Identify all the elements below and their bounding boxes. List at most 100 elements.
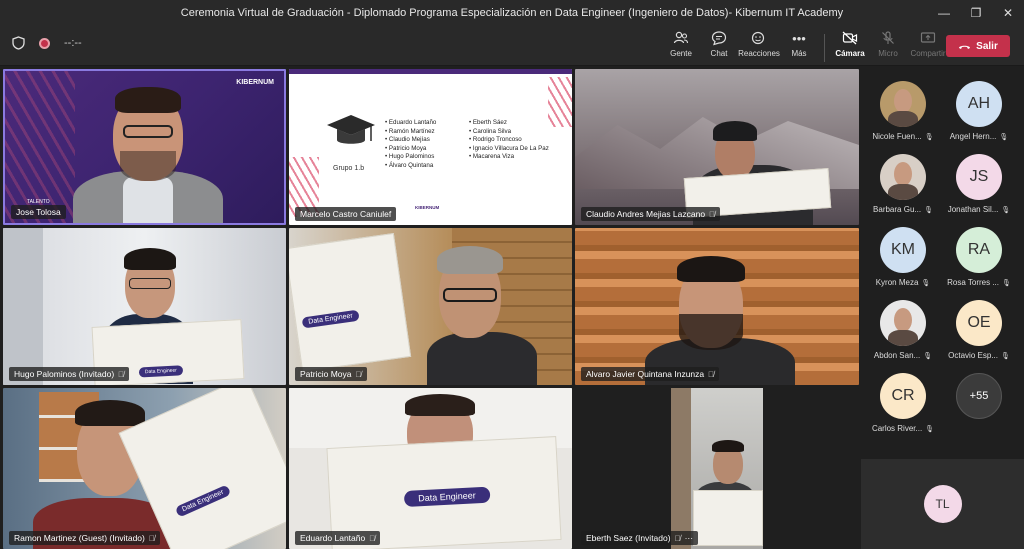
participant-label: Barbara Gu... 🎙 (873, 205, 933, 214)
participant-label: Abdon San... 🎙 (874, 351, 932, 360)
mic-off-icon: 🎙 (924, 206, 933, 214)
share-icon (920, 32, 936, 43)
participant-item[interactable]: KM Kyron Meza 🎙 (865, 227, 941, 301)
reactions-button[interactable]: Reacciones (738, 30, 780, 62)
person-hair (115, 87, 181, 113)
chat-button[interactable]: Chat (700, 30, 738, 62)
participant-name: Ramon Martinez (Guest) (Invitado) 🎙̸ (9, 531, 160, 545)
person-hair (437, 246, 503, 274)
participant-label: Angel Hern... 🎙 (950, 132, 1009, 141)
shield-icon[interactable] (12, 36, 25, 50)
participant-name-text: Nicole Fuen... (872, 132, 922, 141)
participant-item[interactable]: Barbara Gu... 🎙 (865, 154, 941, 228)
glasses (123, 125, 173, 138)
video-feed (671, 388, 763, 549)
mic-off-icon: 🎙 (1001, 206, 1011, 214)
video-tile[interactable]: Data Engineer Patricio Moya 🎙̸ (289, 228, 572, 385)
graduate-list-2: • Eberth Sáez • Carolina Silva • Rodrigo T… (469, 119, 549, 162)
overflow-participants[interactable]: +55 (941, 373, 1017, 447)
participant-item[interactable]: JS Jonathan Sil... 🎙 (941, 154, 1017, 228)
participant-item[interactable]: RA Rosa Torres ... 🎙 (941, 227, 1017, 301)
person-body (427, 332, 537, 385)
avatar-photo-body (888, 330, 918, 346)
overflow-count-avatar[interactable]: +55 (956, 373, 1002, 419)
mic-off-icon: 🎙 (1000, 352, 1010, 360)
avatar-photo (894, 308, 912, 332)
video-tile[interactable]: Eberth Saez (Invitado) 🎙̸ ··· (575, 388, 859, 549)
video-tile[interactable]: Claudio Andres Mejias Lazcano 🎙̸ (575, 69, 859, 225)
participant-name-text: Abdon San... (873, 351, 921, 360)
person-hair (124, 248, 176, 270)
video-tile[interactable]: KIBERNUM TALENTO Jose Tolosa (3, 69, 286, 225)
graduate-name: • Álvaro Quintana (385, 161, 434, 169)
participant-item[interactable]: AH Angel Hern... 🎙 (941, 81, 1017, 155)
person-hair (712, 440, 744, 452)
avatar: CR (880, 373, 926, 419)
close-window-button[interactable]: ✕ (992, 0, 1024, 26)
person-hair (405, 394, 475, 416)
self-view[interactable]: TL (861, 459, 1024, 549)
graduate-name: • Claudio Mejías (385, 136, 430, 143)
participant-name: Jose Tolosa (11, 205, 66, 219)
video-tile[interactable]: Grupo 1.b • Eduardo Lantaño • Ramón Martí… (289, 69, 572, 225)
wall-shelf (3, 228, 43, 385)
participant-label: Kyron Meza 🎙 (876, 278, 931, 287)
person-hair (75, 400, 145, 426)
avatar-photo-body (888, 184, 918, 200)
maximize-button[interactable]: ❐ (960, 0, 992, 26)
mic-label: Micro (878, 49, 898, 58)
people-button[interactable]: Gente (662, 30, 700, 62)
phone-hangup-icon (959, 45, 971, 49)
avatar-photo (894, 89, 912, 113)
mic-off-icon: 🎙 (999, 133, 1009, 141)
participant-item[interactable]: CR Carlos River... 🎙 (865, 373, 941, 447)
graduate-name: • Macarena Viza (469, 153, 515, 160)
video-tile[interactable]: Data Engineer Ramon Martinez (Guest) (In… (3, 388, 286, 549)
meeting-toolbar: --:-- Gente Chat Reacciones ••• Más Cáma… (0, 26, 1024, 66)
reactions-label: Reacciones (738, 49, 780, 58)
share-button[interactable]: Compartir (907, 30, 949, 62)
recording-icon (39, 37, 50, 49)
participant-item[interactable]: OE Octavio Esp... 🎙 (941, 300, 1017, 374)
avatar-initials: AH (967, 95, 991, 112)
video-tile[interactable]: Data Engineer Hugo Palominos (Invitado) 🎙… (3, 228, 286, 385)
participant-name-text: Rosa Torres ... (947, 278, 999, 287)
participant-name-text: Jonathan Sil... (947, 205, 999, 214)
mic-off-icon: 🎙̸ (355, 369, 362, 379)
meeting-timer: --:-- (64, 37, 82, 49)
leave-button[interactable]: Salir (946, 35, 1010, 57)
door-frame (671, 388, 691, 549)
mic-off-icon (882, 31, 894, 44)
group-label: Grupo 1.b (333, 165, 365, 172)
avatar: AH (956, 81, 1002, 127)
camera-button[interactable]: Cámara (831, 30, 869, 62)
avatar: OE (956, 300, 1002, 346)
graduation-cap-icon (327, 115, 375, 144)
slide-brand: KIBERNUM (415, 205, 440, 210)
participant-label: Rosa Torres ... 🎙 (947, 278, 1011, 287)
avatar-initials: JS (969, 168, 989, 185)
participant-name-text: Octavio Esp... (948, 351, 998, 360)
video-tile[interactable]: Data Engineer Eduardo Lantaño 🎙̸ (289, 388, 572, 549)
avatar-initials: RA (967, 241, 991, 258)
more-options-icon[interactable]: ··· (685, 533, 694, 543)
minimize-button[interactable]: — (928, 0, 960, 26)
graduate-name: • Carolina Silva (469, 127, 512, 135)
certificate-badge: Data Engineer (174, 484, 232, 518)
beanie (713, 121, 757, 141)
graduate-name: • Eberth Sáez (469, 119, 507, 126)
avatar (880, 154, 926, 200)
certificate-badge: Data Engineer (138, 365, 184, 378)
participant-item[interactable]: Abdon San... 🎙 (865, 300, 941, 374)
glasses (443, 288, 497, 302)
chat-label: Chat (710, 49, 728, 58)
mic-off-icon: 🎙̸ (708, 369, 715, 379)
mic-button[interactable]: Micro (869, 30, 907, 62)
video-tile[interactable]: Alvaro Javier Quintana Inzunza 🎙̸ (575, 228, 859, 385)
mic-off-icon: 🎙 (921, 279, 931, 287)
mic-off-icon: 🎙 (925, 425, 935, 433)
more-button[interactable]: ••• Más (780, 30, 818, 62)
more-icon: ••• (792, 30, 806, 46)
graduate-name: • Patricio Moya (385, 144, 427, 152)
participant-item[interactable]: Nicole Fuen... 🎙 (865, 81, 941, 155)
